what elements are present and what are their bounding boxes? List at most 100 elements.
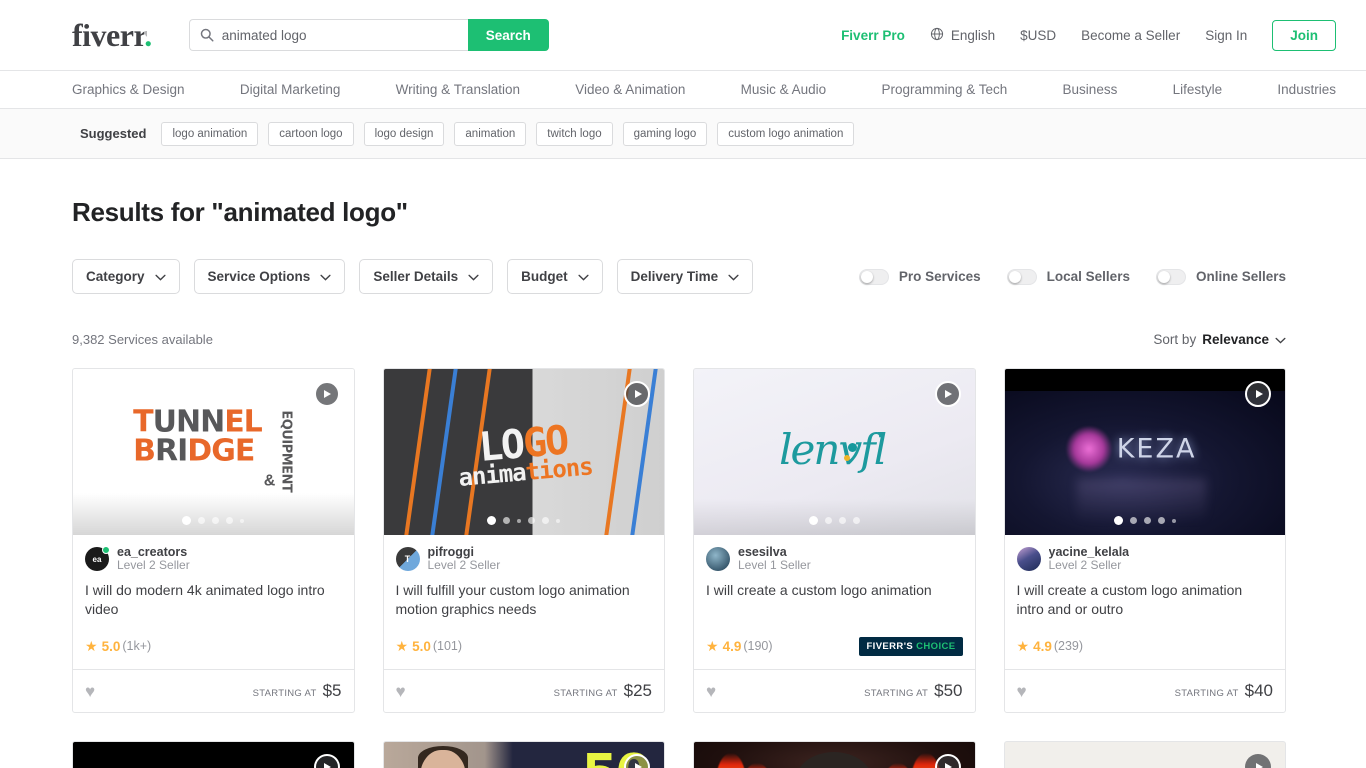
toggle-pro-services-switch[interactable] (858, 268, 889, 285)
suggested-chip-logo-animation[interactable]: logo animation (161, 121, 259, 146)
carousel-dot[interactable] (838, 517, 846, 524)
carousel-dot[interactable] (517, 518, 522, 523)
carousel-dot[interactable] (528, 517, 536, 524)
nav-writing-translation[interactable]: Writing & Translation (396, 82, 520, 97)
carousel-dot[interactable] (1157, 517, 1165, 524)
seller-info[interactable]: T pifroggi Level 2 Seller (395, 545, 653, 573)
suggested-chip-logo-design[interactable]: logo design (363, 121, 445, 146)
toggle-pro-services[interactable]: Pro Services (858, 268, 981, 285)
filter-service-options[interactable]: Service Options (193, 259, 346, 294)
carousel-dot[interactable] (226, 517, 234, 524)
toggle-pro-services-label: Pro Services (898, 269, 981, 284)
gig-card-footer: ♥ STARTING AT $25 (383, 669, 664, 712)
seller-info[interactable]: esesilva Level 1 Seller (706, 545, 963, 573)
gig-title[interactable]: I will create a custom logo animation (706, 581, 963, 618)
play-icon[interactable] (313, 754, 340, 768)
filter-delivery-time[interactable]: Delivery Time (616, 259, 754, 294)
search-input-wrapper[interactable] (188, 19, 468, 51)
language-selector[interactable]: English (930, 27, 995, 44)
carousel-dot[interactable] (824, 517, 832, 524)
heart-icon[interactable]: ♥ (85, 683, 95, 700)
thumbnail-text: KEZA (1116, 433, 1197, 465)
filter-seller-details[interactable]: Seller Details (359, 259, 494, 294)
chevron-down-icon (728, 269, 739, 284)
seller-info[interactable]: yacine_kelala Level 2 Seller (1016, 545, 1274, 573)
gig-card[interactable]: KEZA yacine_kelala Level 2 Seller I will… (1003, 368, 1286, 714)
toggle-local-sellers[interactable]: Local Sellers (1006, 268, 1130, 285)
play-icon[interactable] (934, 381, 961, 407)
suggested-chip-animation[interactable]: animation (454, 121, 527, 146)
carousel-dot[interactable] (556, 518, 561, 523)
nav-graphics-design[interactable]: Graphics & Design (72, 82, 185, 97)
sort-by-dropdown[interactable]: Sort by Relevance (1153, 332, 1286, 347)
filter-budget[interactable]: Budget (507, 259, 603, 294)
gig-card[interactable] (1003, 741, 1286, 768)
heart-icon[interactable]: ♥ (1017, 683, 1027, 700)
become-a-seller-link[interactable]: Become a Seller (1081, 28, 1180, 43)
carousel-dot[interactable] (852, 517, 860, 524)
gig-card[interactable] (693, 741, 976, 768)
sign-in-link[interactable]: Sign In (1205, 28, 1247, 43)
gig-card[interactable] (72, 741, 355, 768)
nav-video-animation[interactable]: Video & Animation (575, 82, 685, 97)
carousel-dot[interactable] (212, 517, 220, 524)
carousel-dot[interactable] (487, 516, 497, 525)
nav-programming-tech[interactable]: Programming & Tech (881, 82, 1007, 97)
join-button[interactable]: Join (1272, 19, 1336, 51)
search-input[interactable] (221, 27, 458, 43)
carousel-dot[interactable] (1113, 516, 1123, 525)
carousel-dot[interactable] (182, 516, 192, 525)
toggle-online-sellers[interactable]: Online Sellers (1155, 268, 1286, 285)
play-icon[interactable] (1245, 381, 1271, 407)
gig-card-body: T pifroggi Level 2 Seller I will fulfill… (384, 535, 665, 657)
play-icon[interactable] (624, 381, 650, 407)
play-icon[interactable] (1245, 754, 1271, 768)
gig-title[interactable]: I will create a custom logo animation in… (1017, 581, 1274, 618)
nav-business[interactable]: Business (1063, 82, 1118, 97)
nav-industries[interactable]: Industries (1277, 82, 1336, 97)
filter-seller-details-label: Seller Details (373, 269, 459, 284)
suggested-chip-gaming-logo[interactable]: gaming logo (622, 121, 708, 146)
heart-icon[interactable]: ♥ (706, 683, 716, 700)
gig-thumbnail[interactable]: TUNNEL BRIDGE & EQUIPMENT (73, 369, 354, 535)
search-button[interactable]: Search (467, 19, 549, 51)
seller-info[interactable]: ea ea_creators Level 2 Seller (85, 545, 342, 573)
carousel-dot[interactable] (1129, 517, 1137, 524)
gig-card[interactable]: LOGO animations T pifroggi Level 2 Selle… (382, 368, 665, 714)
gig-title[interactable]: I will fulfill your custom logo animatio… (396, 581, 653, 618)
suggested-chip-custom-logo-animation[interactable]: custom logo animation (717, 121, 855, 146)
gig-card[interactable]: lenvfl esesilva Level 1 Seller I will cr… (693, 368, 976, 714)
gig-thumbnail[interactable]: lenvfl (694, 369, 975, 535)
heart-icon[interactable]: ♥ (396, 683, 406, 700)
toggle-local-sellers-label: Local Sellers (1046, 269, 1130, 284)
filter-toggles: Pro Services Local Sellers Online Seller… (858, 268, 1286, 285)
fiverr-pro-link[interactable]: Fiverr Pro (841, 28, 905, 43)
suggested-chip-cartoon-logo[interactable]: cartoon logo (268, 121, 354, 146)
carousel-dot[interactable] (240, 518, 245, 523)
carousel-dot[interactable] (542, 517, 550, 524)
star-icon: ★ (85, 638, 98, 655)
nav-music-audio[interactable]: Music & Audio (741, 82, 827, 97)
seller-level: Level 2 Seller (117, 558, 190, 573)
gig-title[interactable]: I will do modern 4k animated logo intro … (85, 581, 342, 618)
gig-thumbnail[interactable]: LOGO animations (383, 369, 664, 535)
toggle-online-sellers-switch[interactable] (1155, 268, 1186, 285)
seller-level: Level 1 Seller (738, 558, 811, 573)
fiverr-logo[interactable]: fiverr. (72, 17, 152, 53)
gig-card[interactable]: TUNNEL BRIDGE & EQUIPMENT ea ea_creators… (72, 368, 355, 714)
suggested-chip-twitch-logo[interactable]: twitch logo (536, 121, 613, 146)
nav-lifestyle[interactable]: Lifestyle (1173, 82, 1223, 97)
carousel-dot[interactable] (1143, 517, 1151, 524)
carousel-dot[interactable] (808, 516, 818, 525)
carousel-dot[interactable] (198, 517, 206, 524)
toggle-local-sellers-switch[interactable] (1006, 268, 1037, 285)
currency-selector[interactable]: $USD (1020, 28, 1056, 43)
filter-category[interactable]: Category (72, 259, 180, 294)
gig-card[interactable]: 50 (382, 741, 665, 768)
carousel-dot[interactable] (1171, 518, 1176, 523)
gig-thumbnail[interactable]: KEZA (1004, 369, 1285, 535)
carousel-dot[interactable] (503, 517, 511, 524)
play-icon[interactable] (313, 381, 340, 407)
nav-digital-marketing[interactable]: Digital Marketing (240, 82, 341, 97)
play-icon[interactable] (934, 754, 961, 768)
